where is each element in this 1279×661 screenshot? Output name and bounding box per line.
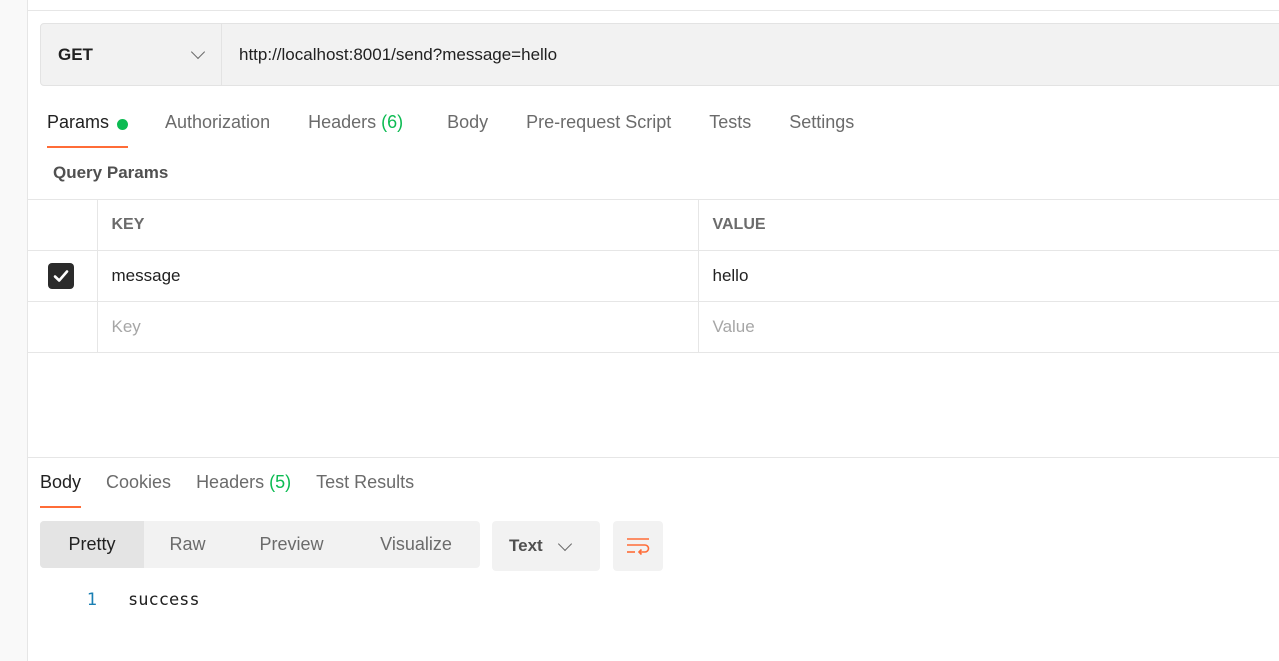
table-header-row: KEY VALUE	[28, 199, 1279, 251]
chevron-down-icon	[557, 536, 572, 551]
tab-headers[interactable]: Headers (6)	[308, 110, 403, 148]
tab-settings[interactable]: Settings	[789, 110, 854, 148]
tab-label: Tests	[709, 112, 752, 132]
empty-checkbox-cell	[28, 301, 98, 353]
new-value-input[interactable]: Value	[697, 301, 1279, 353]
new-key-input[interactable]: Key	[96, 301, 699, 353]
tab-label: Body	[447, 112, 489, 132]
chevron-down-icon	[190, 44, 206, 60]
wrap-lines-button[interactable]	[613, 521, 663, 571]
tab-pre-request-script[interactable]: Pre-request Script	[526, 110, 671, 148]
response-tab-test-results[interactable]: Test Results	[316, 470, 414, 508]
headers-count: (6)	[381, 112, 404, 132]
row-checkbox-cell	[28, 250, 98, 302]
response-tab-headers[interactable]: Headers (5)	[196, 470, 291, 508]
tab-authorization[interactable]: Authorization	[165, 110, 270, 148]
table-row-empty: Key Value	[28, 301, 1279, 353]
method-label: GET	[58, 44, 93, 64]
response-divider	[28, 457, 1279, 458]
table-row: message hello	[28, 250, 1279, 302]
query-params-title: Query Params	[53, 163, 169, 182]
method-select[interactable]: GET	[41, 24, 222, 85]
request-tabs: Params Authorization Headers (6) Body Pr…	[47, 110, 854, 150]
format-label: Text	[509, 536, 543, 555]
top-strip	[28, 0, 1279, 11]
response-body[interactable]: 1 success	[40, 590, 200, 610]
response-tab-cookies[interactable]: Cookies	[106, 470, 171, 508]
tab-label: Body	[40, 472, 82, 492]
tab-body[interactable]: Body	[447, 110, 488, 148]
tab-params[interactable]: Params	[47, 110, 129, 148]
param-key-cell[interactable]: message	[96, 250, 699, 302]
tab-label: Test Results	[316, 472, 415, 492]
params-indicator-dot	[117, 119, 129, 130]
format-select[interactable]: Text	[492, 521, 600, 571]
checkmark-icon	[53, 270, 69, 282]
view-mode-switcher: Pretty Raw Preview Visualize	[40, 521, 480, 568]
response-tab-body[interactable]: Body	[40, 470, 82, 508]
key-column-header: KEY	[96, 199, 699, 251]
url-input[interactable]	[222, 24, 1279, 85]
wrap-lines-icon	[627, 538, 650, 556]
tab-label: Authorization	[165, 112, 271, 132]
tab-label: Pre-request Script	[526, 112, 672, 132]
view-mode-visualize[interactable]: Visualize	[352, 521, 480, 568]
response-text: success	[128, 590, 200, 610]
line-number: 1	[86, 590, 97, 610]
tab-label: Headers	[196, 472, 265, 492]
response-headers-count: (5)	[269, 472, 292, 492]
view-mode-pretty[interactable]: Pretty	[40, 521, 144, 568]
view-mode-raw[interactable]: Raw	[144, 521, 231, 568]
view-mode-preview[interactable]: Preview	[231, 521, 352, 568]
tab-label: Cookies	[106, 472, 172, 492]
url-bar: GET	[40, 23, 1279, 86]
value-column-header: VALUE	[697, 199, 1279, 251]
tab-tests[interactable]: Tests	[709, 110, 751, 148]
tab-label: Params	[47, 112, 110, 132]
row-checkbox[interactable]	[48, 263, 74, 289]
response-tabs: Body Cookies Headers (5) Test Results	[40, 470, 414, 509]
params-table: KEY VALUE message hello Key Value	[28, 199, 1279, 353]
tab-label: Settings	[789, 112, 855, 132]
tab-label: Headers	[308, 112, 377, 132]
left-gutter	[0, 0, 28, 661]
param-value-cell[interactable]: hello	[697, 250, 1279, 302]
checkbox-column-header	[28, 199, 98, 251]
